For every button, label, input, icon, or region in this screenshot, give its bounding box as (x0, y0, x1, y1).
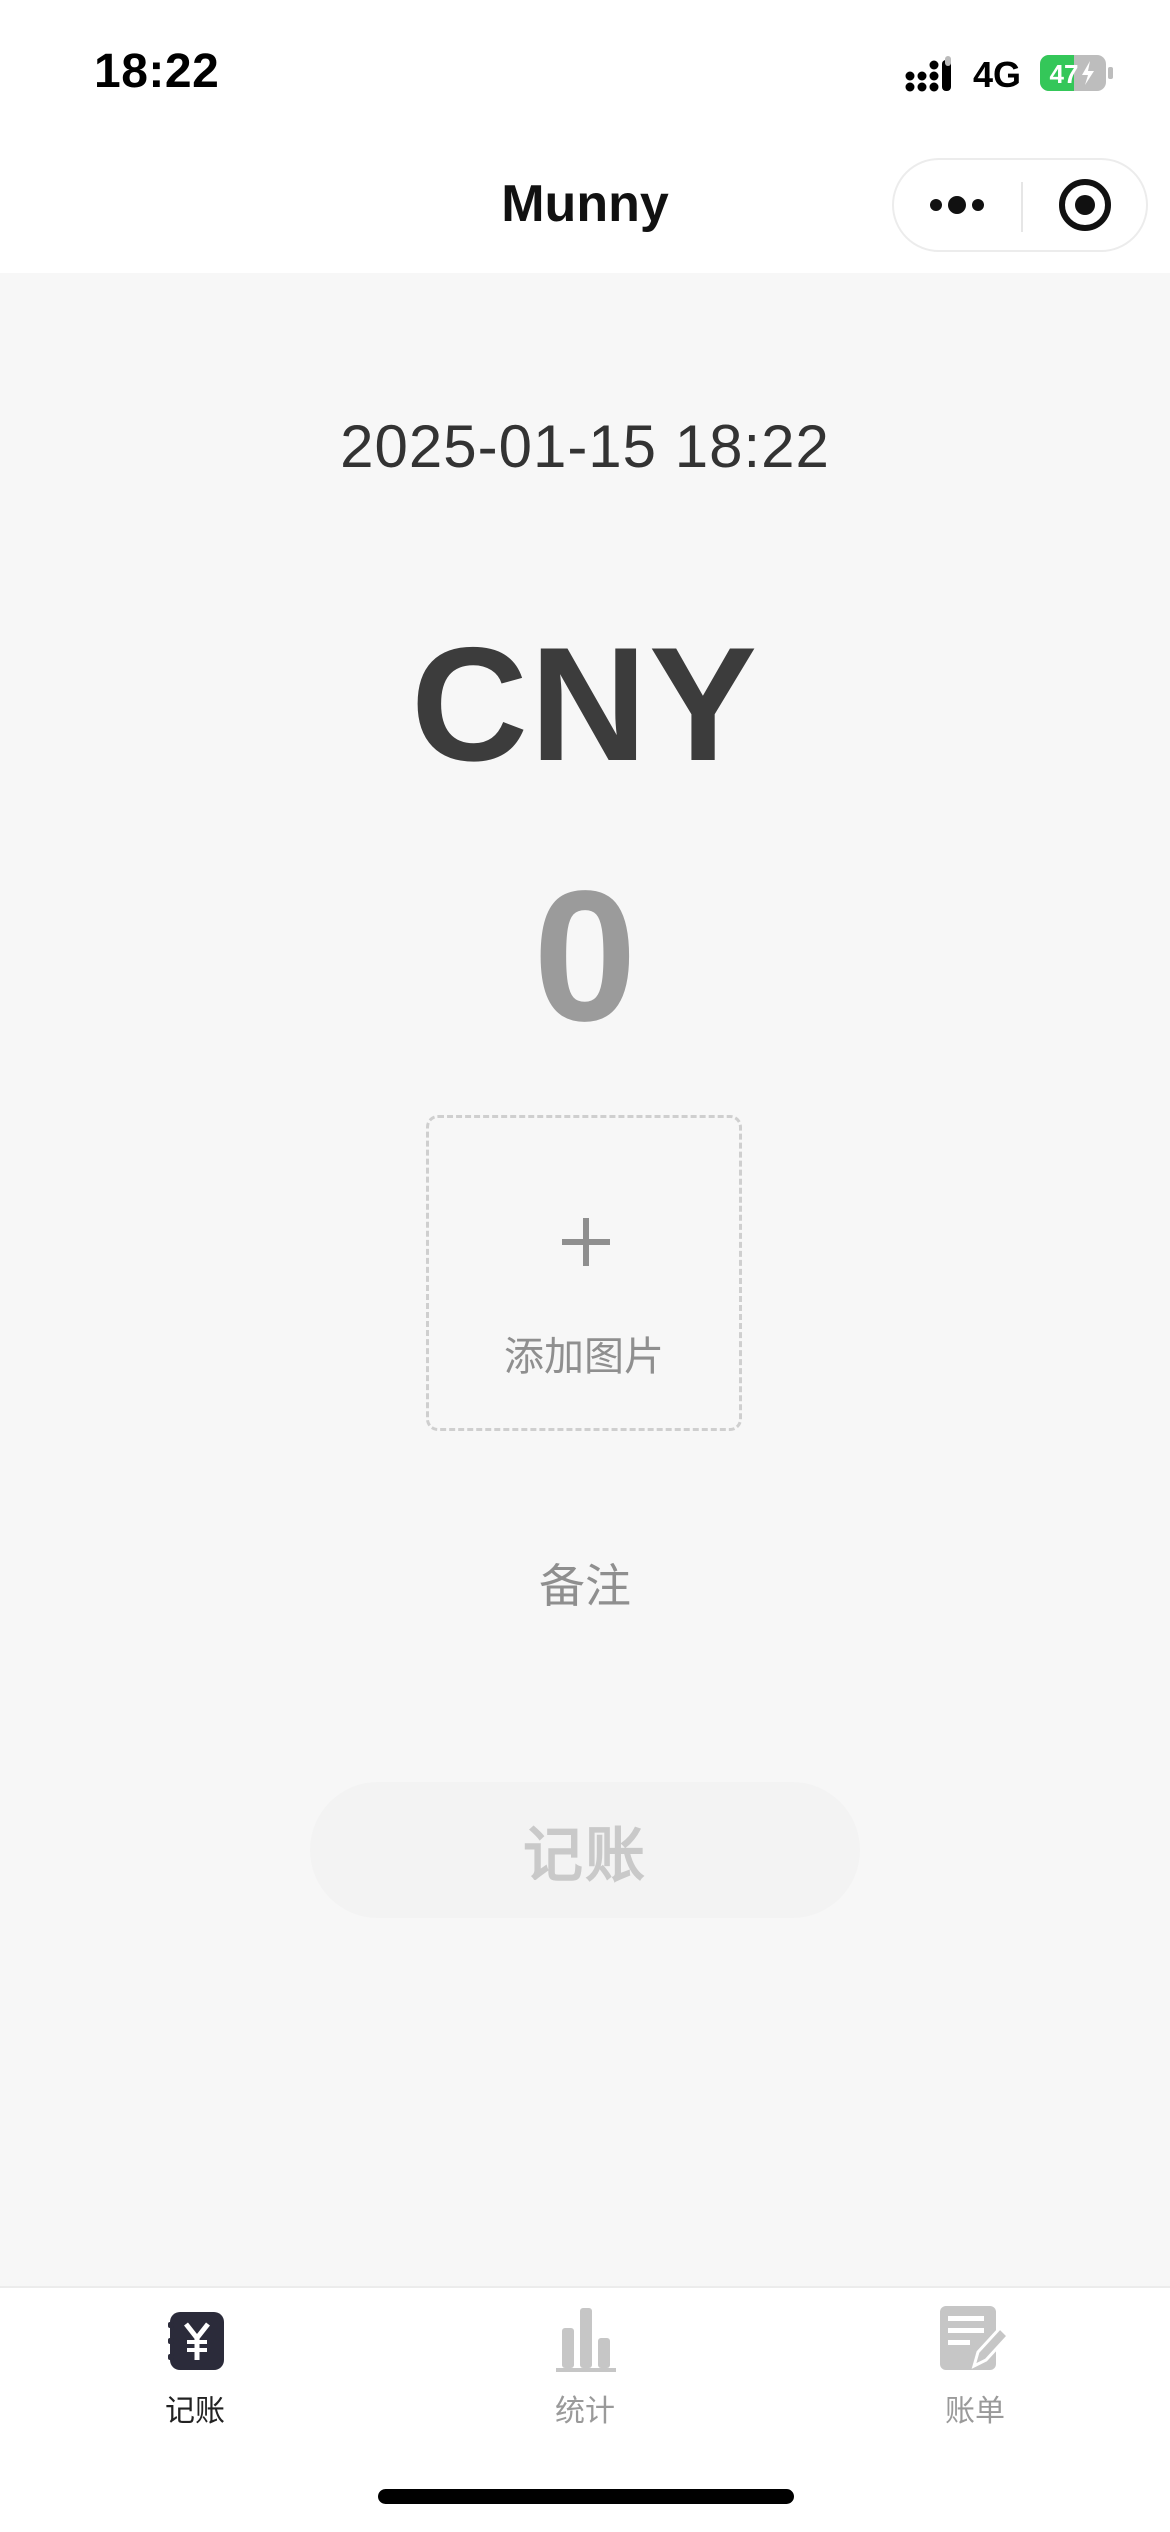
target-close-icon (1059, 179, 1111, 231)
tab-statistics[interactable]: 统计 (390, 2288, 780, 2438)
datetime-picker[interactable]: 2025-01-15 18:22 (0, 412, 1170, 481)
yen-book-icon (168, 2312, 224, 2370)
battery-level: 47 (1050, 59, 1079, 89)
add-image-label: 添加图片 (504, 1335, 664, 1379)
more-button[interactable] (894, 160, 1021, 250)
add-image-button[interactable]: 添加图片 (426, 1115, 742, 1431)
battery-icon: 47 (1040, 55, 1113, 91)
plus-icon (562, 1218, 610, 1266)
close-mini-program-button[interactable] (1023, 160, 1148, 250)
home-indicator (378, 2489, 794, 2504)
tab-label: 账单 (945, 2395, 1005, 2428)
mini-program-capsule (892, 158, 1148, 252)
signal-icon (905, 56, 951, 92)
app-screen: 18:22 4G 47 Munny 2025-01-15 18:22 CNY 0… (0, 0, 1170, 2532)
currency-selector[interactable]: CNY (0, 612, 1170, 798)
submit-label: 记账 (523, 1821, 647, 1889)
more-dots-icon (930, 196, 984, 214)
bar-chart-icon (556, 2308, 616, 2372)
status-time: 18:22 (94, 45, 220, 98)
nav-bar: Munny (0, 140, 1170, 273)
tab-record[interactable]: 记账 (0, 2288, 390, 2438)
bill-edit-icon (940, 2306, 1011, 2370)
tab-bills[interactable]: 账单 (780, 2288, 1170, 2438)
network-label: 4G (973, 54, 1022, 95)
status-bar: 18:22 4G 47 (0, 0, 1170, 140)
remark-input[interactable]: 备注 (0, 1550, 1170, 1616)
submit-button[interactable]: 记账 (310, 1782, 860, 1918)
amount-input[interactable]: 0 (0, 850, 1170, 1063)
tab-label: 记账 (165, 2395, 225, 2428)
tab-label: 统计 (555, 2395, 615, 2428)
